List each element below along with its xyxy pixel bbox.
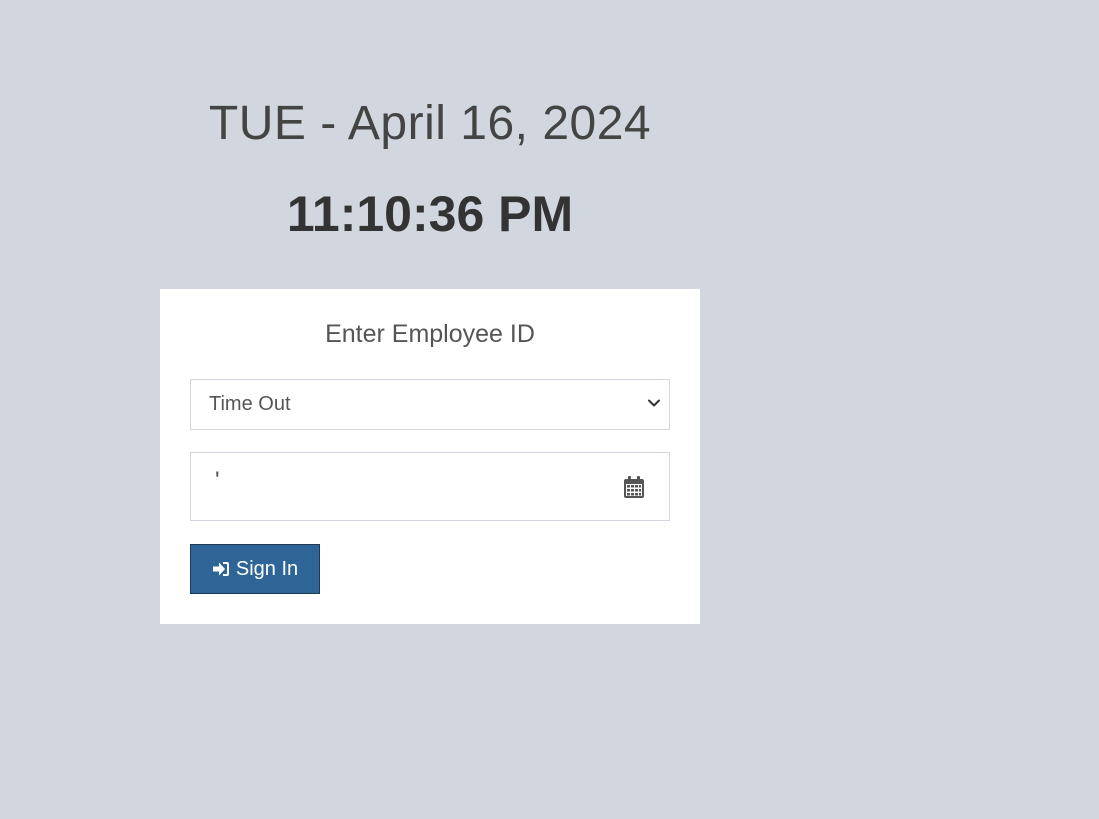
chevron-down-icon <box>648 399 660 407</box>
sign-in-icon <box>212 562 229 576</box>
employee-id-input[interactable] <box>191 453 611 520</box>
calendar-icon[interactable] <box>623 475 645 499</box>
current-date: TUE - April 16, 2024 <box>208 97 652 150</box>
sign-in-button[interactable]: Sign In <box>190 544 320 594</box>
box-title: Enter Employee ID <box>325 320 535 348</box>
page: TUE - April 16, 2024 11:10:36 PM Enter E… <box>0 0 1099 819</box>
current-time: 11:10:36 PM <box>286 186 574 242</box>
login-box: Enter Employee ID Time Out ' Sign In <box>160 289 700 624</box>
sign-in-label: Sign In <box>235 557 299 580</box>
action-select[interactable]: Time Out <box>190 379 670 430</box>
action-select-value: Time Out <box>209 393 291 415</box>
employee-id-field <box>190 452 670 521</box>
